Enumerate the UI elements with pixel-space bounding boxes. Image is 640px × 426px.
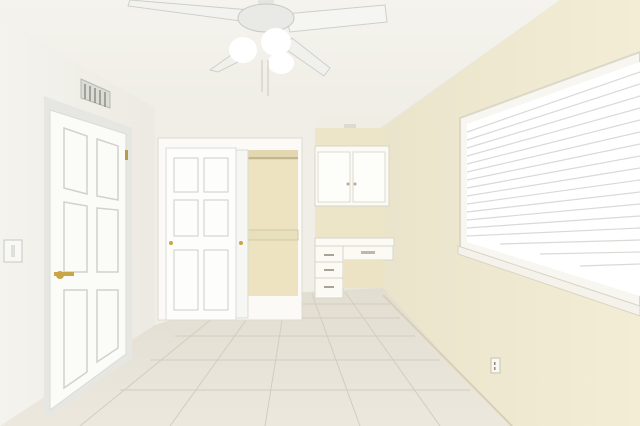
room-illustration (0, 0, 640, 426)
closet (157, 137, 303, 321)
light-switch (3, 239, 23, 263)
bedroom-photo (0, 0, 640, 426)
alcove-light (344, 124, 356, 128)
outlet (490, 357, 501, 374)
wall-cabinets (314, 145, 390, 207)
